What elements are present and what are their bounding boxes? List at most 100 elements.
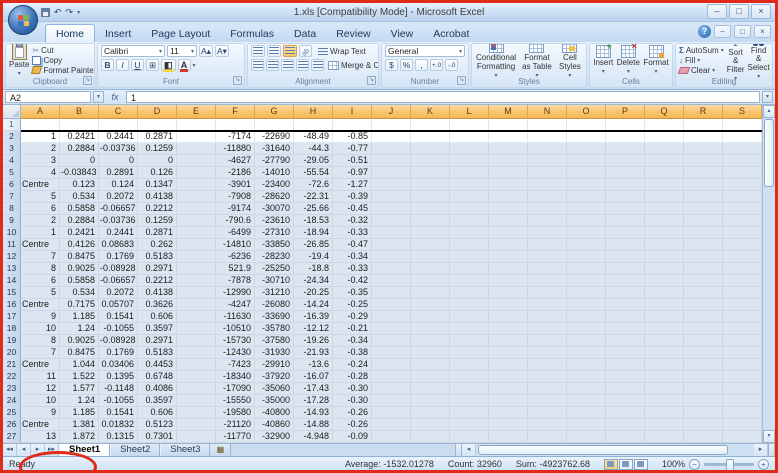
cell-K7[interactable] xyxy=(411,191,450,203)
cell-O25[interactable] xyxy=(567,407,606,419)
cell-P24[interactable] xyxy=(606,395,645,407)
cell-M2[interactable] xyxy=(489,131,528,143)
cell-J13[interactable] xyxy=(372,263,411,275)
scroll-up-icon[interactable]: ▴ xyxy=(763,105,775,118)
cell-M10[interactable] xyxy=(489,227,528,239)
cell-C24[interactable]: -0.1055 xyxy=(99,395,138,407)
cell-P13[interactable] xyxy=(606,263,645,275)
row-header-19[interactable]: 19 xyxy=(3,335,21,347)
cell-O20[interactable] xyxy=(567,347,606,359)
cell-S14[interactable] xyxy=(723,275,762,287)
bold-button[interactable]: B xyxy=(101,59,114,71)
cell-P16[interactable] xyxy=(606,299,645,311)
column-header-M[interactable]: M xyxy=(489,105,528,119)
row-header-25[interactable]: 25 xyxy=(3,407,21,419)
cell-N14[interactable] xyxy=(528,275,567,287)
cell-F16[interactable]: -4247 xyxy=(216,299,255,311)
cell-S2[interactable] xyxy=(723,131,762,143)
cell-O11[interactable] xyxy=(567,239,606,251)
insert-worksheet-button[interactable]: ▦ xyxy=(210,444,232,456)
cell-P4[interactable] xyxy=(606,155,645,167)
page-break-view-button[interactable] xyxy=(633,458,648,470)
cell-J9[interactable] xyxy=(372,215,411,227)
font-size-combo[interactable]: 11 ▾ xyxy=(167,45,197,57)
cell-O26[interactable] xyxy=(567,419,606,431)
cell-O24[interactable] xyxy=(567,395,606,407)
cell-E21[interactable] xyxy=(177,359,216,371)
cell-I15[interactable]: -0.35 xyxy=(333,287,372,299)
cell-H23[interactable]: -17.43 xyxy=(294,383,333,395)
cell-O14[interactable] xyxy=(567,275,606,287)
cell-D14[interactable]: 0.2212 xyxy=(138,275,177,287)
vertical-scrollbar[interactable]: ▴ ▾ xyxy=(762,105,775,443)
cell-R21[interactable] xyxy=(684,359,723,371)
row-header-13[interactable]: 13 xyxy=(3,263,21,275)
cell-L21[interactable] xyxy=(450,359,489,371)
insert-cells-button[interactable]: Insert ▾ xyxy=(593,44,613,76)
cell-A14[interactable]: 6 xyxy=(21,275,60,287)
cell-P5[interactable] xyxy=(606,167,645,179)
cell-L22[interactable] xyxy=(450,371,489,383)
cell-S6[interactable] xyxy=(723,179,762,191)
cell-I17[interactable]: -0.29 xyxy=(333,311,372,323)
cell-M22[interactable] xyxy=(489,371,528,383)
expand-formula-bar-icon[interactable]: ▾ xyxy=(762,91,773,103)
cell-S24[interactable] xyxy=(723,395,762,407)
cell-R10[interactable] xyxy=(684,227,723,239)
cell-C20[interactable]: 0.1769 xyxy=(99,347,138,359)
cell-M8[interactable] xyxy=(489,203,528,215)
cell-G17[interactable]: -33690 xyxy=(255,311,294,323)
cell-I21[interactable]: -0.24 xyxy=(333,359,372,371)
cell-B3[interactable]: 0.2884 xyxy=(60,143,99,155)
cell-D23[interactable]: 0.4086 xyxy=(138,383,177,395)
cell-M9[interactable] xyxy=(489,215,528,227)
cell-G24[interactable]: -35000 xyxy=(255,395,294,407)
cell-L20[interactable] xyxy=(450,347,489,359)
cell-F9[interactable]: -790.6 xyxy=(216,215,255,227)
column-header-O[interactable]: O xyxy=(567,105,606,119)
cell-D10[interactable]: 0.2871 xyxy=(138,227,177,239)
cell-R7[interactable] xyxy=(684,191,723,203)
cell-F12[interactable]: -6236 xyxy=(216,251,255,263)
cell-R22[interactable] xyxy=(684,371,723,383)
number-format-combo[interactable]: General ▾ xyxy=(385,45,465,57)
cell-R25[interactable] xyxy=(684,407,723,419)
cell-E2[interactable] xyxy=(177,131,216,143)
cell-J20[interactable] xyxy=(372,347,411,359)
insert-function-button[interactable]: fx xyxy=(106,92,124,102)
cell-P7[interactable] xyxy=(606,191,645,203)
cell-I27[interactable]: -0.09 xyxy=(333,431,372,443)
cell-A11[interactable]: Centre xyxy=(21,239,60,251)
cell-A6[interactable]: Centre xyxy=(21,179,60,191)
row-header-18[interactable]: 18 xyxy=(3,323,21,335)
cell-I3[interactable]: -0.77 xyxy=(333,143,372,155)
cell-R16[interactable] xyxy=(684,299,723,311)
cell-A7[interactable]: 5 xyxy=(21,191,60,203)
cell-L23[interactable] xyxy=(450,383,489,395)
cell-Q26[interactable] xyxy=(645,419,684,431)
cell-I22[interactable]: -0.28 xyxy=(333,371,372,383)
cell-F3[interactable]: -11880 xyxy=(216,143,255,155)
cell-G25[interactable]: -40800 xyxy=(255,407,294,419)
cell-J8[interactable] xyxy=(372,203,411,215)
cell-N22[interactable] xyxy=(528,371,567,383)
cell-O18[interactable] xyxy=(567,323,606,335)
cell-J7[interactable] xyxy=(372,191,411,203)
cell-K15[interactable] xyxy=(411,287,450,299)
cell-D6[interactable]: 0.1347 xyxy=(138,179,177,191)
column-header-Q[interactable]: Q xyxy=(645,105,684,119)
cell-K17[interactable] xyxy=(411,311,450,323)
cell-H21[interactable]: -13.6 xyxy=(294,359,333,371)
cell-O10[interactable] xyxy=(567,227,606,239)
cell-L5[interactable] xyxy=(450,167,489,179)
minimize-button[interactable]: – xyxy=(707,4,727,19)
cell-D24[interactable]: 0.3597 xyxy=(138,395,177,407)
cell-C6[interactable]: 0.124 xyxy=(99,179,138,191)
italic-button[interactable]: I xyxy=(116,59,129,71)
select-all-corner[interactable] xyxy=(3,105,21,119)
cell-Q22[interactable] xyxy=(645,371,684,383)
cell-E9[interactable] xyxy=(177,215,216,227)
cell-K24[interactable] xyxy=(411,395,450,407)
cell-J27[interactable] xyxy=(372,431,411,443)
cell-F2[interactable]: -7174 xyxy=(216,131,255,143)
